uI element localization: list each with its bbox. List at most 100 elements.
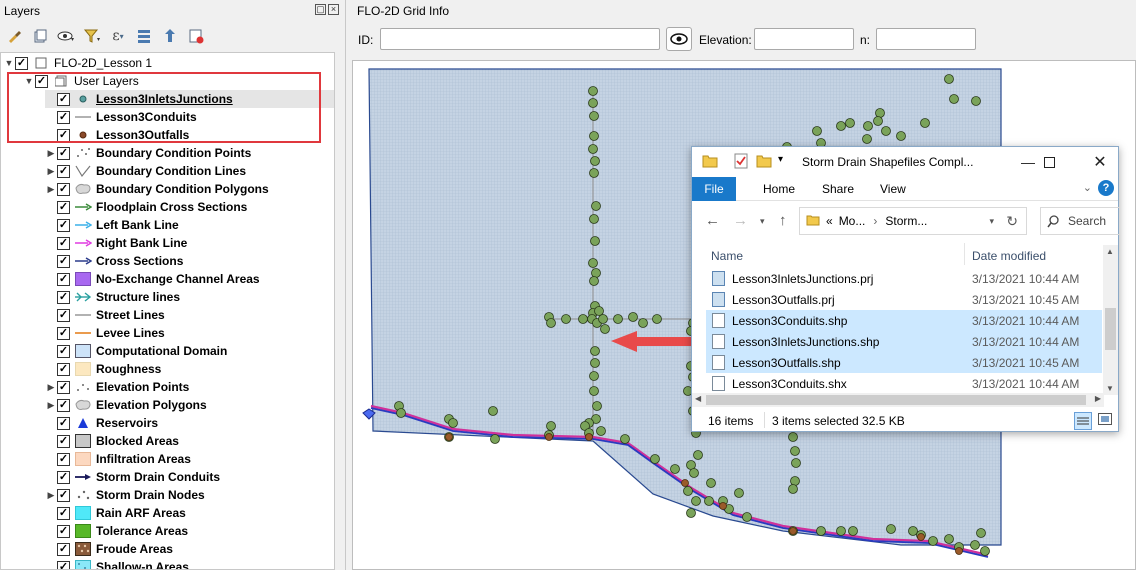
- layer-row[interactable]: ▶ ✓ Boundary Condition Lines: [45, 162, 246, 180]
- layer-visibility-checkbox[interactable]: ✓: [57, 218, 70, 232]
- large-icons-view-icon[interactable]: [1098, 413, 1112, 428]
- file-row[interactable]: Lesson3Outfalls.prj 3/13/2021 10:45 AM: [706, 289, 1102, 310]
- address-dropdown-icon[interactable]: ▾: [989, 216, 994, 227]
- layer-visibility-checkbox[interactable]: ✓: [57, 560, 70, 569]
- layer-visibility-checkbox[interactable]: ✓: [57, 182, 70, 196]
- add-group-icon[interactable]: [30, 26, 50, 46]
- layer-visibility-checkbox[interactable]: ✓: [57, 290, 70, 304]
- column-name[interactable]: Name: [711, 249, 743, 263]
- layer-row[interactable]: ▶ ✓ Storm Drain Nodes: [45, 486, 205, 504]
- expand-all-icon[interactable]: [134, 26, 154, 46]
- layer-row[interactable]: ✓ Roughness: [45, 360, 161, 378]
- layer-row[interactable]: ✓ Infiltration Areas: [45, 450, 191, 468]
- file-row[interactable]: Lesson3Conduits.shp 3/13/2021 10:44 AM: [706, 310, 1102, 331]
- layer-visibility-checkbox[interactable]: ✓: [57, 506, 70, 520]
- expand-arrow-icon[interactable]: ▶: [45, 184, 57, 195]
- horizontal-scrollbar[interactable]: ◀ ▶: [692, 393, 1104, 407]
- file-row[interactable]: Lesson3InletsJunctions.shp 3/13/2021 10:4…: [706, 331, 1102, 352]
- layer-row[interactable]: ✓ Computational Domain: [45, 342, 227, 360]
- layer-row[interactable]: ✓ Storm Drain Conduits: [45, 468, 220, 486]
- layer-visibility-checkbox[interactable]: ✓: [57, 146, 70, 160]
- search-box[interactable]: Search: [1040, 207, 1120, 235]
- tab-home[interactable]: Home: [763, 182, 795, 196]
- eye-button[interactable]: [666, 27, 692, 51]
- layer-row[interactable]: ✓ Left Bank Line: [45, 216, 179, 234]
- layer-visibility-checkbox[interactable]: ✓: [57, 542, 70, 556]
- layer-row[interactable]: ▶ ✓ Elevation Polygons: [45, 396, 207, 414]
- layer-row[interactable]: ✓ Tolerance Areas: [45, 522, 188, 540]
- expand-arrow-icon[interactable]: ▶: [45, 400, 57, 411]
- expand-ribbon-icon[interactable]: ⌄: [1083, 181, 1092, 194]
- up-arrow-icon[interactable]: ↑: [779, 212, 787, 229]
- remove-layer-icon[interactable]: [186, 26, 206, 46]
- expand-arrow-icon[interactable]: ▶: [45, 490, 57, 501]
- layer-visibility-checkbox[interactable]: ✓: [57, 254, 70, 268]
- layer-visibility-checkbox[interactable]: ✓: [57, 272, 70, 286]
- layer-visibility-checkbox[interactable]: ✓: [57, 308, 70, 322]
- filter-icon[interactable]: [82, 26, 102, 46]
- layer-row[interactable]: ▶ ✓ Boundary Condition Points: [45, 144, 252, 162]
- file-row[interactable]: Lesson3InletsJunctions.prj 3/13/2021 10:4…: [706, 268, 1102, 289]
- layer-visibility-checkbox[interactable]: ✓: [57, 470, 70, 484]
- layer-row[interactable]: ✓ Structure lines: [45, 288, 180, 306]
- vertical-scrollbar[interactable]: ▲ ▼: [1103, 245, 1118, 395]
- layer-visibility-checkbox[interactable]: ✓: [57, 416, 70, 430]
- new-folder-icon[interactable]: [756, 154, 772, 171]
- maximize-button[interactable]: [1029, 147, 1069, 177]
- layer-visibility-checkbox[interactable]: ✓: [57, 200, 70, 214]
- expression-filter-icon[interactable]: ε ▾: [108, 26, 128, 46]
- refresh-icon[interactable]: ↻: [1006, 213, 1018, 230]
- id-input[interactable]: [380, 28, 660, 50]
- layer-visibility-checkbox[interactable]: ✓: [57, 236, 70, 250]
- layer-row[interactable]: ✓ Reservoirs: [45, 414, 158, 432]
- eye-manage-icon[interactable]: [56, 26, 76, 46]
- tab-file[interactable]: File: [692, 177, 736, 201]
- scroll-thumb[interactable]: [1105, 308, 1116, 350]
- close-button[interactable]: ✕: [1080, 147, 1120, 177]
- layer-row[interactable]: ✓ Street Lines: [45, 306, 165, 324]
- expand-arrow-icon[interactable]: ▶: [45, 148, 57, 159]
- layer-visibility-checkbox[interactable]: ✓: [57, 452, 70, 466]
- details-view-icon[interactable]: [1074, 412, 1092, 430]
- n-input[interactable]: [876, 28, 976, 50]
- layer-visibility-checkbox[interactable]: ✓: [57, 524, 70, 538]
- help-icon[interactable]: ?: [1098, 180, 1114, 196]
- collapse-arrow-icon[interactable]: ▼: [3, 58, 15, 68]
- layer-visibility-checkbox[interactable]: ✓: [57, 434, 70, 448]
- properties-icon[interactable]: [734, 153, 748, 172]
- tab-share[interactable]: Share: [822, 182, 854, 196]
- scroll-thumb[interactable]: [706, 395, 1086, 405]
- layer-visibility-checkbox[interactable]: ✓: [57, 362, 70, 376]
- layer-visibility-checkbox[interactable]: ✓: [57, 380, 70, 394]
- address-bar[interactable]: « Mo... › Storm... ▾ ↻: [799, 207, 1027, 235]
- address-part-1[interactable]: Mo...: [839, 214, 866, 228]
- layer-row[interactable]: ✓ Floodplain Cross Sections: [45, 198, 247, 216]
- tab-view[interactable]: View: [880, 182, 906, 196]
- quick-access-dropdown-icon[interactable]: ▾: [778, 154, 783, 165]
- address-part-2[interactable]: Storm...: [885, 214, 927, 228]
- layer-row[interactable]: ✓ Levee Lines: [45, 324, 165, 342]
- file-row[interactable]: Lesson3Outfalls.shp 3/13/2021 10:45 AM: [706, 352, 1102, 373]
- layer-visibility-checkbox[interactable]: ✓: [57, 488, 70, 502]
- float-panel-icon[interactable]: ▢: [315, 4, 326, 15]
- expand-arrow-icon[interactable]: ▶: [45, 382, 57, 393]
- layer-row[interactable]: ✓ No-Exchange Channel Areas: [45, 270, 260, 288]
- layer-row[interactable]: ✓ Right Bank Line: [45, 234, 187, 252]
- back-arrow-icon[interactable]: ←: [705, 212, 720, 229]
- checkbox[interactable]: ✓: [15, 56, 28, 70]
- close-panel-icon[interactable]: ×: [328, 4, 339, 15]
- recent-locations-icon[interactable]: ▾: [760, 216, 765, 227]
- layer-row[interactable]: ▶ ✓ Boundary Condition Polygons: [45, 180, 269, 198]
- layer-visibility-checkbox[interactable]: ✓: [57, 326, 70, 340]
- expand-arrow-icon[interactable]: ▶: [45, 166, 57, 177]
- layer-visibility-checkbox[interactable]: ✓: [57, 398, 70, 412]
- layer-row[interactable]: ✓ Cross Sections: [45, 252, 183, 270]
- layer-row[interactable]: ✓ Froude Areas: [45, 540, 173, 558]
- layer-row[interactable]: ✓ Rain ARF Areas: [45, 504, 186, 522]
- elevation-input[interactable]: [754, 28, 854, 50]
- forward-arrow-icon[interactable]: →: [733, 212, 748, 229]
- column-date-modified[interactable]: Date modified: [972, 249, 1046, 263]
- layer-visibility-checkbox[interactable]: ✓: [57, 164, 70, 178]
- layer-row[interactable]: ▶ ✓ Elevation Points: [45, 378, 190, 396]
- collapse-all-icon[interactable]: [160, 26, 180, 46]
